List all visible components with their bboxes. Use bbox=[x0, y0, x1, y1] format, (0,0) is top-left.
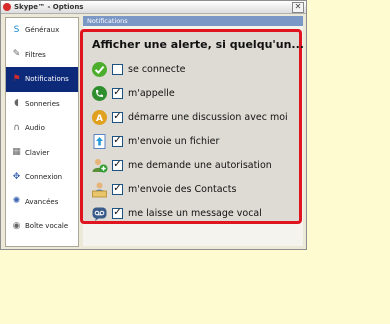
voicemail-message-icon bbox=[92, 207, 107, 221]
alert-checkbox[interactable]: ✓ bbox=[112, 135, 123, 147]
alert-checkbox[interactable]: ✓ bbox=[112, 87, 123, 99]
alert-checkbox[interactable] bbox=[112, 63, 123, 75]
authorization-request-icon bbox=[92, 158, 108, 172]
sidebar-item-label: Sonneries bbox=[25, 99, 60, 108]
sidebar-item-label: Généraux bbox=[25, 26, 60, 35]
alert-checkbox[interactable]: ✓ bbox=[112, 111, 123, 123]
section-header: Notifications bbox=[83, 16, 303, 26]
sidebar-item-sonneries[interactable]: ◖ Sonneries bbox=[6, 92, 78, 117]
options-sidebar: S Généraux ✎ Filtres ⚑ Notifications ◖ S… bbox=[5, 17, 79, 247]
alert-option-call[interactable]: ✓ m'appelle bbox=[91, 83, 175, 103]
sidebar-item-label: Filtres bbox=[25, 50, 46, 59]
alert-option-chat[interactable]: A ✓ démarre une discussion avec moi bbox=[91, 107, 288, 127]
sidebar-item-notifications[interactable]: ⚑ Notifications bbox=[6, 67, 78, 92]
sidebar-item-audio[interactable]: ∩ Audio bbox=[6, 116, 78, 141]
alert-option-file[interactable]: ✓ m'envoie un fichier bbox=[91, 131, 219, 151]
incoming-call-icon bbox=[92, 85, 107, 101]
alert-checkbox[interactable]: ✓ bbox=[112, 159, 123, 171]
sidebar-item-label: Avancées bbox=[25, 197, 59, 206]
voicemail-icon: ◉ bbox=[12, 220, 21, 231]
file-transfer-icon bbox=[93, 133, 106, 149]
alert-option-authorization[interactable]: ✓ me demande une autorisation bbox=[91, 155, 272, 175]
sidebar-item-boite-vocale[interactable]: ◉ Boîte vocale bbox=[6, 214, 78, 239]
sidebar-item-label: Notifications bbox=[25, 75, 69, 84]
close-button[interactable]: ✕ bbox=[292, 2, 304, 13]
alert-option-label: m'envoie un fichier bbox=[128, 135, 220, 147]
speaker-icon: ◖ bbox=[14, 98, 19, 109]
title-bar: Skype™ - Options ✕ bbox=[1, 1, 306, 14]
alert-option-label: m'envoie des Contacts bbox=[128, 183, 237, 195]
tool-icon: ✎ bbox=[12, 49, 21, 60]
contacts-icon bbox=[92, 182, 107, 197]
svg-text:A: A bbox=[96, 114, 103, 124]
skype-app-icon bbox=[3, 3, 11, 11]
window-title: Skype™ - Options bbox=[14, 3, 84, 11]
sidebar-item-label: Clavier bbox=[25, 148, 50, 157]
skype-logo-icon: S bbox=[13, 24, 20, 35]
sidebar-item-avancees[interactable]: ✺ Avancées bbox=[6, 190, 78, 215]
sidebar-item-label: Boîte vocale bbox=[25, 222, 69, 231]
alert-option-label: me demande une autorisation bbox=[128, 159, 272, 171]
alert-option-label: se connecte bbox=[128, 63, 186, 75]
keyboard-icon: ▦ bbox=[12, 147, 21, 158]
sidebar-item-clavier[interactable]: ▦ Clavier bbox=[6, 141, 78, 166]
flag-icon: ⚑ bbox=[12, 73, 21, 84]
sidebar-item-generaux[interactable]: S Généraux bbox=[6, 18, 78, 43]
alert-option-contacts[interactable]: ✓ m'envoie des Contacts bbox=[91, 179, 236, 199]
alert-option-label: m'appelle bbox=[128, 87, 175, 99]
alert-checkbox[interactable]: ✓ bbox=[112, 183, 123, 195]
sidebar-item-label: Connexion bbox=[25, 173, 63, 182]
advanced-gear-icon: ✺ bbox=[12, 196, 21, 207]
network-icon: ✥ bbox=[12, 171, 21, 182]
alerts-title: Afficher une alerte, si quelqu'un... bbox=[92, 38, 304, 51]
sidebar-item-connexion[interactable]: ✥ Connexion bbox=[6, 165, 78, 190]
alert-option-label: me laisse un message vocal bbox=[128, 207, 262, 219]
headset-icon: ∩ bbox=[13, 122, 20, 133]
alert-checkbox[interactable]: ✓ bbox=[112, 207, 123, 219]
alerts-callout: Afficher une alerte, si quelqu'un... se … bbox=[80, 29, 304, 224]
sidebar-item-label: Audio bbox=[25, 124, 45, 133]
chat-icon: A bbox=[92, 109, 107, 125]
online-status-icon bbox=[92, 61, 107, 77]
alert-option-voicemail[interactable]: ✓ me laisse un message vocal bbox=[91, 203, 262, 223]
alert-option-online[interactable]: se connecte bbox=[91, 59, 186, 79]
alert-option-label: démarre une discussion avec moi bbox=[128, 111, 288, 123]
sidebar-item-filtres[interactable]: ✎ Filtres bbox=[6, 43, 78, 68]
